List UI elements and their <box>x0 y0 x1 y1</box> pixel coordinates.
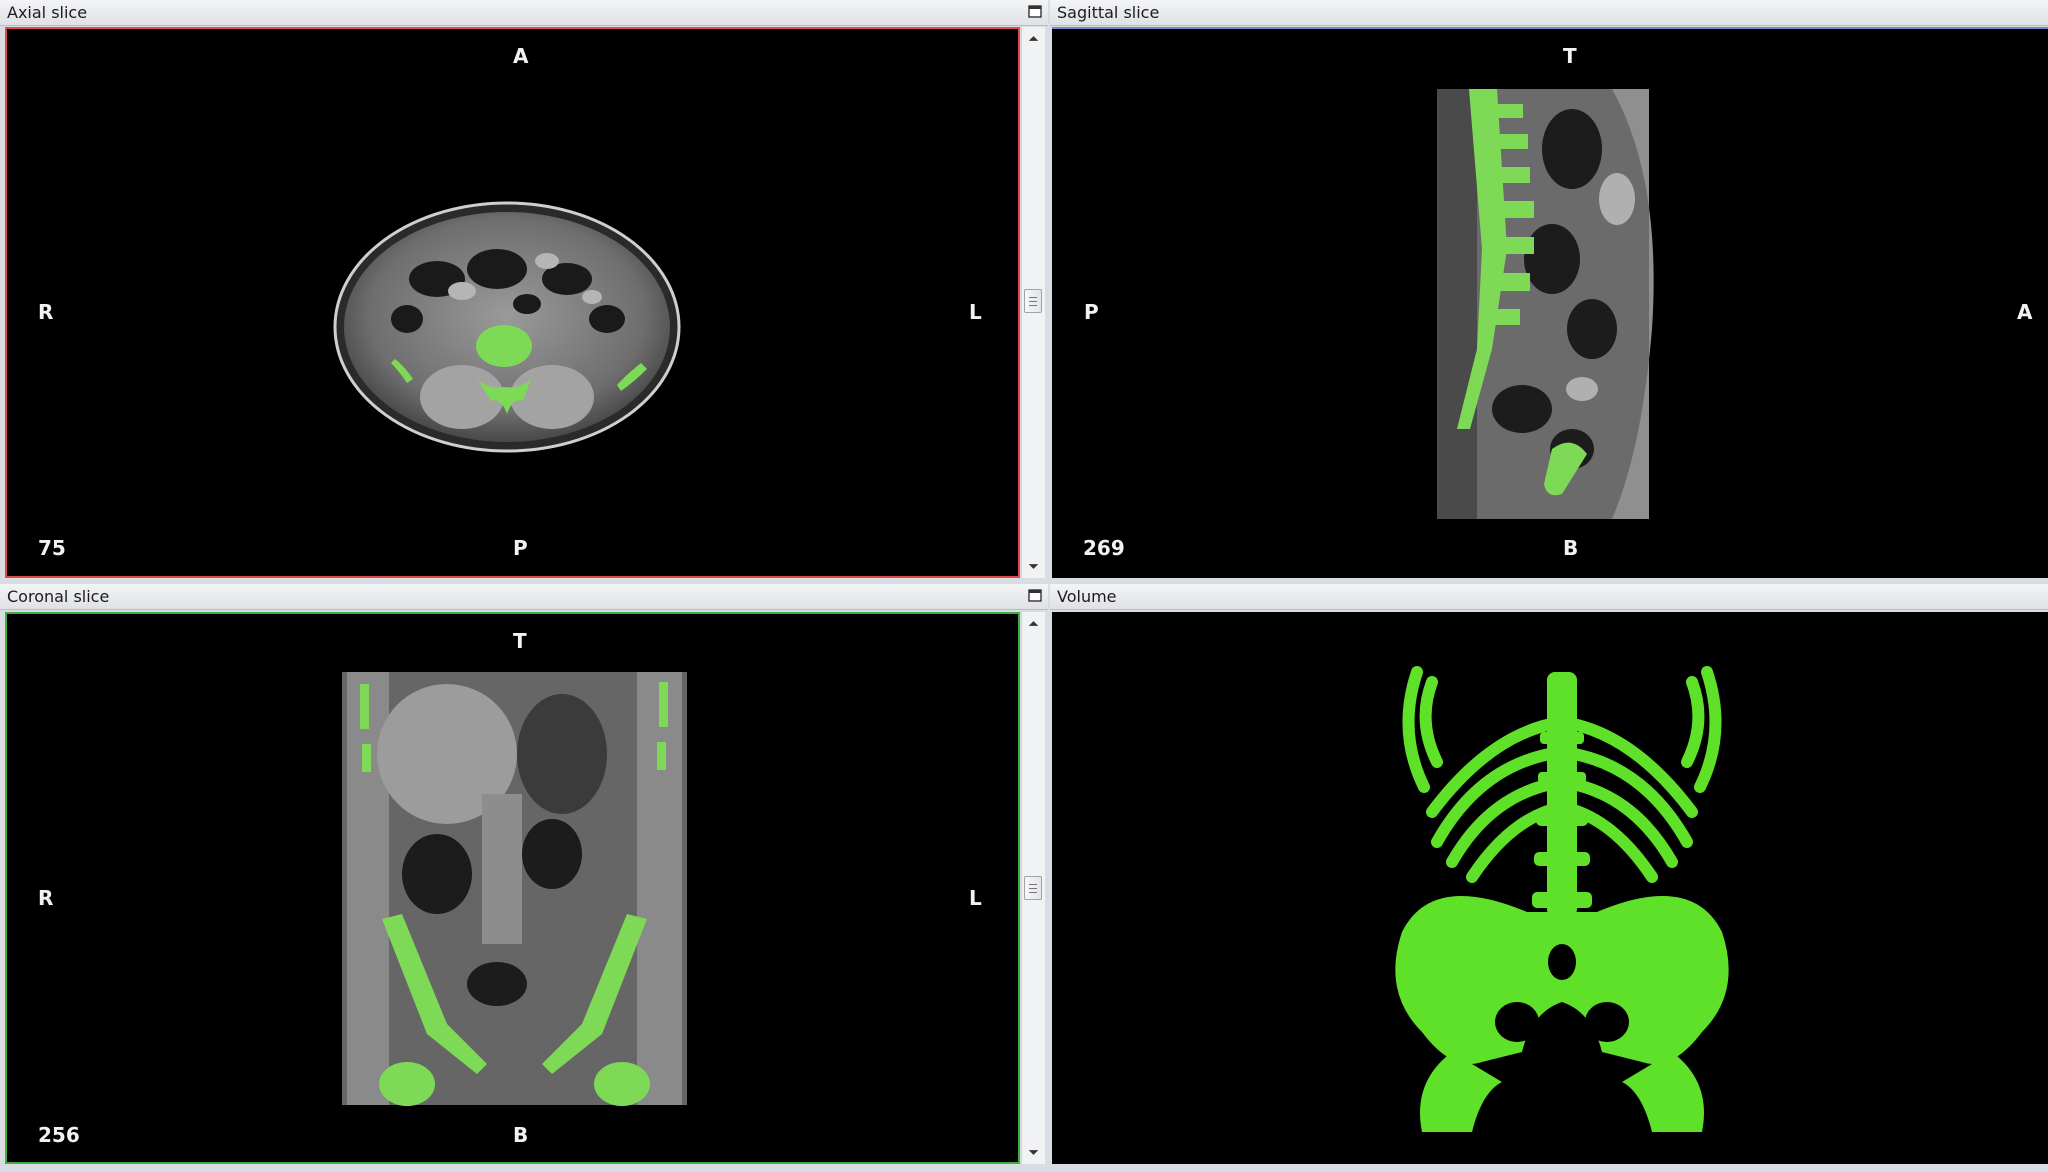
coronal-scroll-thumb[interactable] <box>1024 876 1042 900</box>
volume-viewport[interactable] <box>1052 612 2048 1164</box>
sagittal-viewport[interactable]: T P A B 269 <box>1052 27 2048 578</box>
sagittal-orientation-right: A <box>2017 300 2033 324</box>
axial-viewport[interactable]: A R L P 75 <box>5 27 1020 578</box>
coronal-ct-image <box>342 672 687 1106</box>
coronal-orientation-top: T <box>513 629 527 653</box>
maximize-icon[interactable] <box>1028 589 1042 602</box>
coronal-scrollbar[interactable] <box>1021 612 1045 1164</box>
axial-orientation-left: R <box>38 300 54 324</box>
coronal-slice-number: 256 <box>38 1123 80 1147</box>
axial-orientation-right: L <box>969 300 982 324</box>
axial-ct-image <box>333 201 681 453</box>
coronal-titlebar: Coronal slice <box>0 584 1048 610</box>
axial-scroll-thumb[interactable] <box>1024 289 1042 313</box>
coronal-viewport[interactable]: T R L B 256 <box>5 612 1020 1164</box>
sagittal-ct-image <box>1437 89 1654 519</box>
scroll-down-arrow-icon[interactable] <box>1022 1142 1045 1162</box>
coronal-orientation-bottom: B <box>513 1123 529 1147</box>
volume-panel-title: Volume <box>1057 587 1117 606</box>
volume-titlebar: Volume <box>1050 584 2048 610</box>
sagittal-orientation-top: T <box>1563 44 1577 68</box>
axial-titlebar: Axial slice <box>0 0 1048 26</box>
coronal-panel-title: Coronal slice <box>7 587 110 606</box>
axial-slice-number: 75 <box>38 536 66 560</box>
coronal-orientation-left: R <box>38 886 54 910</box>
scroll-up-arrow-icon[interactable] <box>1022 29 1045 49</box>
sagittal-panel-title: Sagittal slice <box>1057 3 1160 22</box>
sagittal-titlebar: Sagittal slice <box>1050 0 2048 26</box>
axial-panel-title: Axial slice <box>7 3 88 22</box>
axial-orientation-bottom: P <box>513 536 528 560</box>
scroll-up-arrow-icon[interactable] <box>1022 614 1045 634</box>
axial-orientation-top: A <box>513 44 529 68</box>
sagittal-orientation-left: P <box>1084 300 1099 324</box>
coronal-orientation-right: L <box>969 886 982 910</box>
sagittal-orientation-bottom: B <box>1563 536 1579 560</box>
scroll-down-arrow-icon[interactable] <box>1022 556 1045 576</box>
axial-scrollbar[interactable] <box>1021 27 1045 578</box>
maximize-icon[interactable] <box>1028 5 1042 18</box>
volume-3d-render <box>1395 666 1729 1132</box>
sagittal-slice-number: 269 <box>1083 536 1125 560</box>
